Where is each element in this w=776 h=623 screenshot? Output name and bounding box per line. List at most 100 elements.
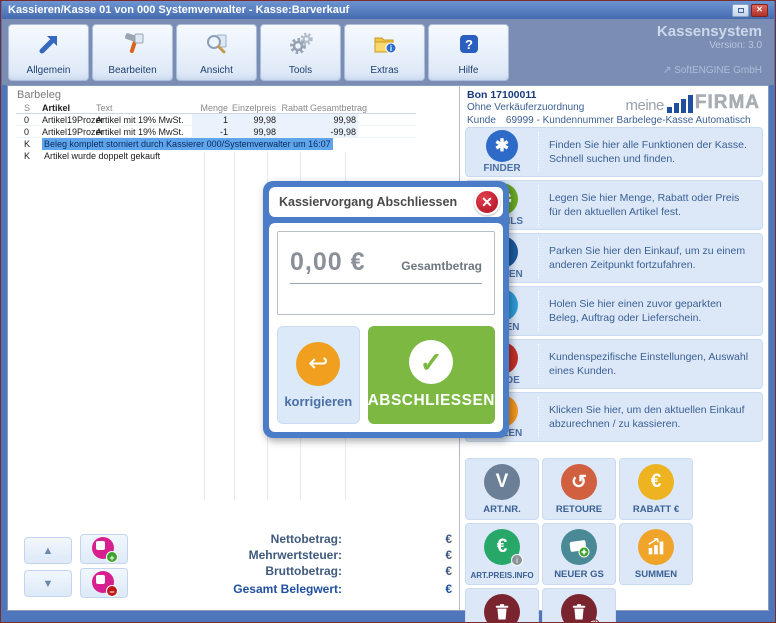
remove-position-button[interactable]: − [80, 568, 128, 598]
pos-storno-trash-icon [484, 594, 520, 623]
checkout-dialog: Kassiervorgang Abschliessen ✕ 0,00 € Ges… [263, 181, 509, 438]
brand-version: Version: 3.0 [657, 40, 762, 51]
note-message: Artikel wurde doppelt gekauft [42, 150, 162, 162]
up-arrow-icon: ▲ [43, 545, 54, 557]
receipt-table: S Artikel Text Menge Einzelpreis Rabatt … [16, 102, 416, 162]
bon-storno-button[interactable]: BON STORNO [542, 588, 616, 623]
toolbar-label: Bearbeiten [108, 65, 156, 76]
pos-storno-button[interactable]: POS.STORNO [465, 588, 539, 623]
folder-info-icon: i [372, 31, 398, 57]
undo-back-icon: ↩ [296, 342, 340, 386]
position-add-icon: + [92, 537, 116, 561]
window-title: Kassieren/Kasse 01 von 000 Systemverwalt… [8, 4, 349, 16]
toolbar-label: Tools [289, 65, 312, 76]
bon-customer: Kunde69999 - Kundennummer Barbelege-Kass… [467, 115, 751, 126]
column-header-s[interactable]: S [16, 102, 42, 113]
dialog-titlebar: Kassiervorgang Abschliessen ✕ [269, 187, 503, 217]
toolbar-label: Allgemein [27, 65, 71, 76]
rabatt-button[interactable]: € RABATT € [619, 458, 693, 520]
brand-block: Kassensystem Version: 3.0 ↗ SoftENGINE G… [657, 23, 762, 76]
sidebar-item-parken[interactable]: P PARKEN Parken Sie hier den Einkauf, um… [465, 233, 763, 283]
total-row-mwst: Mehrwertsteuer:€ [204, 548, 452, 564]
down-arrow-icon: ▼ [43, 578, 54, 590]
titlebar: Kassieren/Kasse 01 von 000 Systemverwalt… [2, 1, 774, 19]
position-remove-icon: − [92, 571, 116, 595]
brand-company-link[interactable]: ↗ SoftENGINE GmbH [657, 65, 762, 76]
sidebar-item-kunde[interactable]: KUNDE Kundenspezifische Einstellungen, A… [465, 339, 763, 389]
brand-title: Kassensystem [657, 23, 762, 40]
sidebar-item-zahlen[interactable]: € ZAHLEN Klicken Sie hier, um den aktuel… [465, 392, 763, 442]
total-amount-label: Gesamtbetrag [366, 259, 482, 273]
column-header-einzelpreis[interactable]: Einzelpreis [230, 102, 278, 113]
toolbar: Allgemein Bearbeiten Ansicht Tools i Ext… [2, 19, 774, 85]
toolbar-label: Extras [370, 65, 398, 76]
storno-message: Beleg komplett storniert durch Kassierer… [42, 138, 333, 150]
dialog-title: Kassiervorgang Abschliessen [279, 195, 457, 209]
summen-chart-icon [638, 529, 674, 565]
correct-button[interactable]: ↩ korrigieren [277, 326, 360, 424]
finish-button[interactable]: ✓ ABSCHLIESSEN [368, 326, 495, 424]
restore-window-button[interactable] [732, 4, 749, 17]
action-grid: V ART.NR. ↺ RETOURE € RABATT € € i ART.P [465, 458, 763, 623]
rabatt-euro-icon: € [638, 464, 674, 500]
column-guide [204, 152, 205, 500]
meine-firma-logo: meine FIRMA [625, 92, 760, 114]
logo-bars-icon [667, 95, 693, 113]
table-row[interactable]: K Artikel wurde doppelt gekauft [16, 150, 416, 162]
sidebar-item-finder[interactable]: ✱ FINDER Finden Sie hier alle Funktionen… [465, 127, 763, 177]
svg-text:?: ? [465, 37, 473, 52]
artpreisinfo-button[interactable]: € i ART.PREIS.INFO [465, 523, 539, 585]
sidebar-item-holen[interactable]: ↓ HOLEN Holen Sie hier einen zuvor gepar… [465, 286, 763, 336]
retoure-undo-icon: ↺ [561, 464, 597, 500]
toolbar-button-allgemein[interactable]: Allgemein [8, 24, 89, 81]
sidebar-items: ✱ FINDER Finden Sie hier alle Funktionen… [465, 127, 763, 442]
table-row-selected[interactable]: K Beleg komplett storniert durch Kassier… [16, 138, 416, 150]
arrow-ne-icon [37, 31, 61, 57]
toolbar-button-bearbeiten[interactable]: Bearbeiten [92, 24, 173, 81]
column-header-text[interactable]: Text [96, 102, 192, 113]
column-header-artikel[interactable]: Artikel [42, 102, 96, 113]
neuer-gs-button[interactable]: NEUER GS [542, 523, 616, 585]
add-position-button[interactable]: + [80, 534, 128, 564]
table-row[interactable]: 0 Artikel19Prozer Artikel mit 19% MwSt. … [16, 114, 416, 126]
scroll-up-button[interactable]: ▲ [24, 537, 72, 564]
summen-button[interactable]: SUMMEN [619, 523, 693, 585]
total-row-gesamt: Gesamt Belegwert:€ [204, 582, 452, 598]
toolbar-button-tools[interactable]: Tools [260, 24, 341, 81]
gears-icon [288, 31, 314, 57]
total-row-netto: Nettobetrag:€ [204, 532, 452, 548]
close-icon: ✕ [481, 194, 493, 211]
table-header-row: S Artikel Text Menge Einzelpreis Rabatt … [16, 102, 416, 114]
column-header-rabatt[interactable]: Rabatt [278, 102, 310, 113]
brand-arrow-icon: ↗ [663, 65, 671, 76]
finder-icon: ✱ [486, 130, 518, 162]
retoure-button[interactable]: ↺ RETOURE [542, 458, 616, 520]
toolbar-button-hilfe[interactable]: ? Hilfe [428, 24, 509, 81]
info-badge-icon: i [511, 554, 523, 566]
toolbar-label: Hilfe [458, 65, 478, 76]
hammer-icon [121, 31, 145, 57]
close-icon: ✕ [756, 6, 763, 14]
close-window-button[interactable]: ✕ [751, 4, 768, 17]
dialog-body: 0,00 € Gesamtbetrag ↩ korrigieren ✓ ABSC… [269, 223, 503, 432]
dialog-close-button[interactable]: ✕ [474, 189, 500, 215]
toolbar-button-ansicht[interactable]: Ansicht [176, 24, 257, 81]
column-header-menge[interactable]: Menge [192, 102, 230, 113]
magnifier-icon [205, 31, 229, 57]
column-header-gesamtbetrag[interactable]: Gesamtbetrag [310, 102, 358, 113]
svg-text:i: i [389, 44, 391, 53]
app-window: Kassieren/Kasse 01 von 000 Systemverwalt… [0, 0, 776, 623]
totals-block: Nettobetrag:€ Mehrwertsteuer:€ Bruttobet… [204, 532, 452, 598]
neuer-gs-icon [561, 529, 597, 565]
column-guide [234, 152, 235, 500]
artnr-button[interactable]: V ART.NR. [465, 458, 539, 520]
question-icon: ? [457, 31, 481, 57]
scroll-down-button[interactable]: ▼ [24, 570, 72, 597]
sidebar-item-details[interactable]: DETAILS Legen Sie hier Menge, Rabatt ode… [465, 180, 763, 230]
receipt-panel-title: Barbeleg [17, 89, 61, 101]
toolbar-label: Ansicht [200, 65, 233, 76]
toolbar-button-extras[interactable]: i Extras [344, 24, 425, 81]
restore-icon [738, 8, 744, 13]
table-row[interactable]: 0 Artikel19Prozer Artikel mit 19% MwSt. … [16, 126, 416, 138]
total-amount-value: 0,00 € [290, 248, 366, 277]
